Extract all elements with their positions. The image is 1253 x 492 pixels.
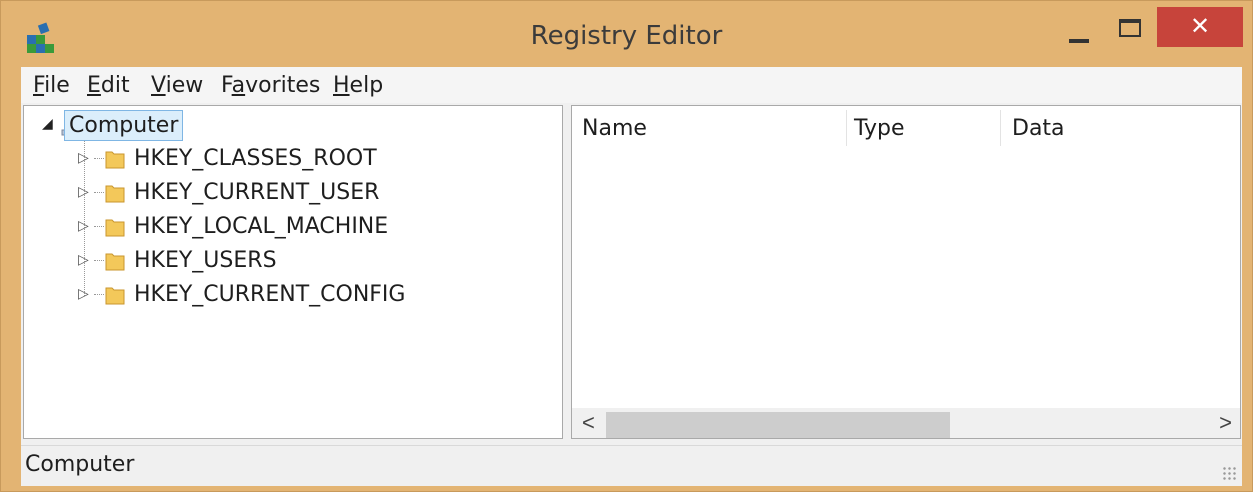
column-header-name[interactable]: Name [582, 116, 647, 141]
tree-node-label[interactable]: HKEY_USERS [134, 248, 277, 273]
collapsed-arrow-icon[interactable]: ▷ [78, 184, 89, 200]
menu-bar: File Edit View Favorites Help [21, 67, 1242, 103]
menu-file[interactable]: File [33, 73, 70, 98]
collapsed-arrow-icon[interactable]: ▷ [78, 286, 89, 302]
values-list-pane[interactable]: Name Type Data < > [571, 105, 1241, 439]
menu-edit[interactable]: Edit [87, 73, 130, 98]
folder-icon [105, 185, 125, 203]
collapsed-arrow-icon[interactable]: ▷ [78, 252, 89, 268]
tree-node-hkey-local-machine[interactable]: ▷ HKEY_LOCAL_MACHINE [74, 212, 474, 242]
column-header-data[interactable]: Data [1012, 116, 1065, 141]
maximize-icon[interactable] [1109, 9, 1155, 49]
client-area: File Edit View Favorites Help ◢ Computer… [21, 67, 1242, 486]
tree-node-hkey-current-user[interactable]: ▷ HKEY_CURRENT_USER [74, 178, 474, 208]
scroll-thumb[interactable] [606, 412, 950, 438]
tree-node-computer[interactable]: ◢ Computer [24, 110, 324, 141]
registry-editor-window: Registry Editor ✕ File Edit View Favorit… [0, 0, 1253, 492]
column-header-type[interactable]: Type [854, 116, 905, 141]
title-bar[interactable]: Registry Editor ✕ [1, 1, 1252, 67]
tree-node-label[interactable]: HKEY_LOCAL_MACHINE [134, 214, 388, 239]
menu-view[interactable]: View [151, 73, 203, 98]
resize-grip-icon[interactable] [1222, 466, 1236, 480]
status-path: Computer [25, 452, 135, 477]
tree-node-label[interactable]: HKEY_CLASSES_ROOT [134, 146, 377, 171]
folder-icon [105, 219, 125, 237]
tree-node-label[interactable]: Computer [64, 110, 184, 141]
minimize-icon[interactable] [1057, 9, 1103, 49]
scroll-left-icon[interactable]: < [582, 410, 595, 436]
collapsed-arrow-icon[interactable]: ▷ [78, 218, 89, 234]
folder-icon [105, 253, 125, 271]
close-icon[interactable]: ✕ [1157, 7, 1243, 47]
horizontal-scrollbar[interactable]: < > [572, 408, 1240, 438]
key-tree-pane[interactable]: ◢ Computer ▷ HKEY_CLASSES_ROOT ▷ HKEY_CU… [23, 105, 563, 439]
column-divider[interactable] [1000, 110, 1001, 146]
scroll-right-icon[interactable]: > [1219, 410, 1232, 436]
collapsed-arrow-icon[interactable]: ▷ [78, 150, 89, 166]
expanded-arrow-icon[interactable]: ◢ [42, 116, 53, 132]
menu-help[interactable]: Help [333, 73, 383, 98]
tree-node-hkey-current-config[interactable]: ▷ HKEY_CURRENT_CONFIG [74, 280, 474, 310]
status-bar: Computer [21, 445, 1242, 486]
menu-favorites[interactable]: Favorites [221, 73, 320, 98]
tree-node-hkey-classes-root[interactable]: ▷ HKEY_CLASSES_ROOT [74, 144, 474, 174]
tree-node-label[interactable]: HKEY_CURRENT_CONFIG [134, 282, 405, 307]
tree-node-hkey-users[interactable]: ▷ HKEY_USERS [74, 246, 474, 276]
folder-icon [105, 151, 125, 169]
tree-node-label[interactable]: HKEY_CURRENT_USER [134, 180, 379, 205]
folder-icon [105, 287, 125, 305]
column-divider[interactable] [846, 110, 847, 146]
